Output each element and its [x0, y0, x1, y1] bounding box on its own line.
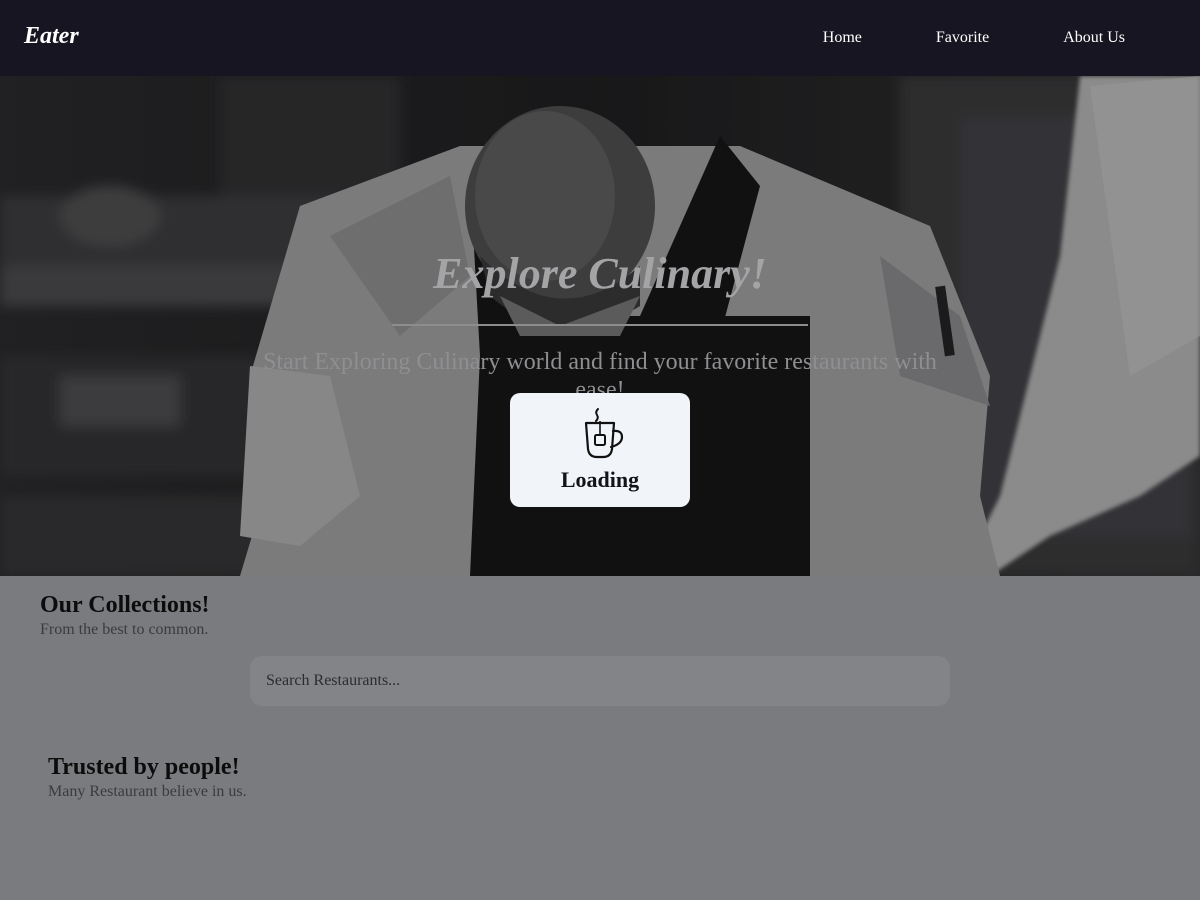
nav-link-favorite[interactable]: Favorite [899, 29, 1026, 47]
hero-title: Explore Culinary! [433, 249, 767, 298]
collections-title: Our Collections! [40, 592, 210, 618]
search-restaurants-input[interactable] [250, 656, 950, 706]
nav-link-about-us[interactable]: About Us [1026, 29, 1125, 47]
loading-indicator: Loading [510, 393, 690, 507]
trusted-title: Trusted by people! [48, 754, 240, 780]
hero-divider [392, 324, 808, 326]
navbar: Eater Home Favorite About Us [0, 0, 1200, 76]
nav-links: Home Favorite About Us [786, 29, 1125, 47]
trusted-section: Trusted by people! Many Restaurant belie… [48, 752, 247, 802]
collections-subtitle: From the best to common. [40, 621, 209, 638]
brand-logo[interactable]: Eater [24, 23, 79, 50]
loading-label: Loading [560, 467, 640, 492]
collections-section: Our Collections! From the best to common… [40, 590, 210, 640]
trusted-subtitle: Many Restaurant believe in us. [48, 783, 247, 800]
tea-cup-icon [584, 408, 624, 459]
nav-link-home[interactable]: Home [786, 29, 899, 47]
